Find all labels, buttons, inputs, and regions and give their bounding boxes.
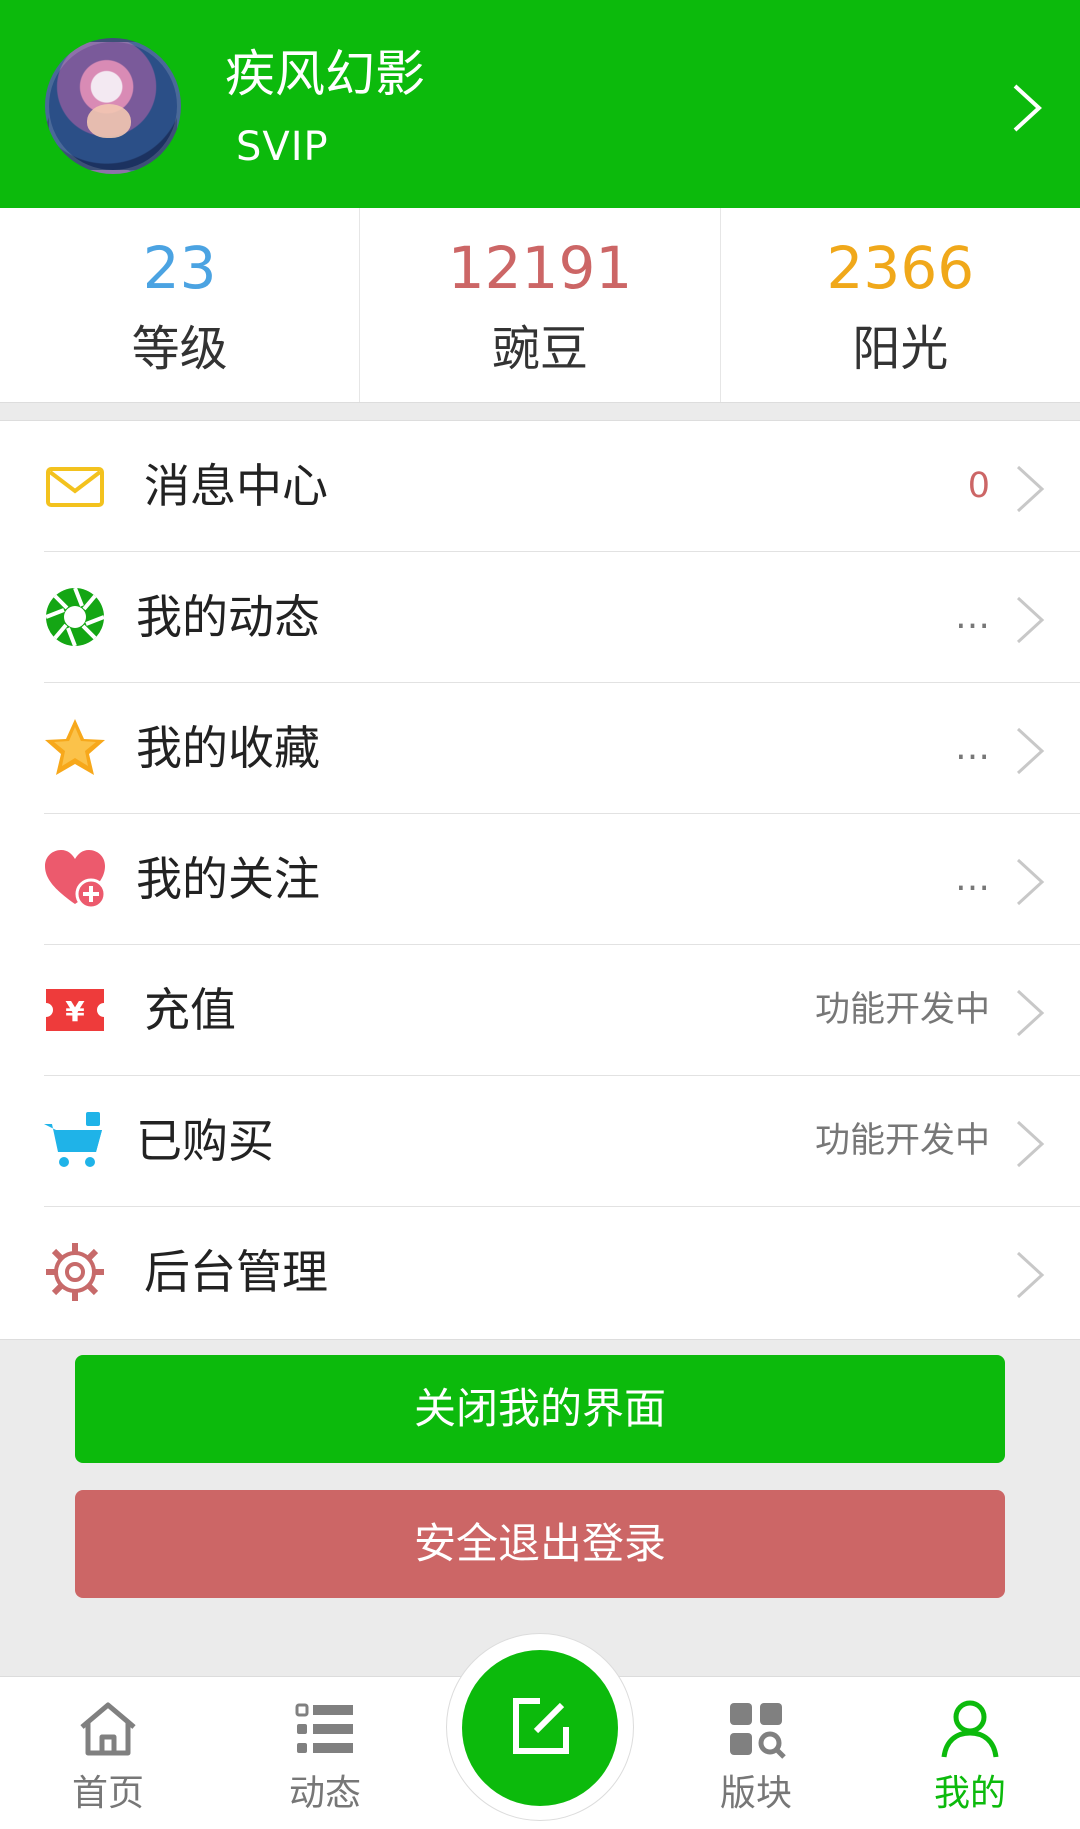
vip-badge: SVIP — [236, 124, 329, 170]
menu-item-value: … — [955, 597, 990, 637]
menu-item-label: 后台管理 — [144, 1245, 328, 1299]
chevron-right-icon — [1016, 1251, 1045, 1299]
menu-item-label: 我的动态 — [136, 590, 320, 644]
chevron-right-icon[interactable] — [1007, 82, 1047, 134]
menu-item-admin[interactable]: 后台管理 — [0, 1207, 1080, 1338]
stat-sunshine[interactable]: 2366 阳光 — [721, 208, 1080, 402]
stat-level-label: 等级 — [131, 321, 228, 377]
tab-home[interactable]: 首页 — [38, 1677, 178, 1827]
aperture-icon — [45, 587, 105, 647]
edit-icon — [513, 1698, 569, 1754]
yen-ticket-icon: ¥ — [46, 989, 104, 1031]
close-my-page-button[interactable]: 关闭我的界面 — [75, 1355, 1005, 1463]
menu-item-messages[interactable]: 消息中心 0 — [0, 421, 1080, 552]
tab-label: 我的 — [933, 1773, 1006, 1814]
menu-item-label: 消息中心 — [144, 459, 328, 513]
menu-item-following[interactable]: 我的关注 … — [0, 814, 1080, 945]
tab-mine[interactable]: 我的 — [900, 1677, 1040, 1827]
avatar[interactable] — [45, 38, 181, 174]
stat-level[interactable]: 23 等级 — [0, 208, 361, 402]
profile-header[interactable]: 疾风幻影 SVIP — [0, 0, 1080, 208]
menu-item-my-posts[interactable]: 我的动态 … — [0, 552, 1080, 683]
chevron-right-icon — [1016, 465, 1045, 513]
stat-peas[interactable]: 12191 豌豆 — [360, 208, 721, 402]
stat-sunshine-label: 阳光 — [852, 321, 949, 377]
svg-text:¥: ¥ — [65, 995, 85, 1028]
menu-item-label: 我的收藏 — [136, 721, 320, 775]
star-icon — [45, 719, 105, 775]
tab-label: 动态 — [288, 1773, 361, 1814]
envelope-icon — [46, 467, 104, 507]
stats-bar: 23 等级 12191 豌豆 2366 阳光 — [0, 208, 1080, 402]
tab-label: 版块 — [719, 1773, 792, 1814]
tab-boards[interactable]: 版块 — [686, 1677, 826, 1827]
gear-icon — [46, 1243, 104, 1301]
tab-feed[interactable]: 动态 — [255, 1677, 395, 1827]
menu-item-label: 充值 — [144, 983, 236, 1037]
chevron-right-icon — [1016, 858, 1045, 906]
compose-button[interactable] — [462, 1650, 618, 1806]
grid-search-icon — [730, 1703, 786, 1759]
chevron-right-icon — [1016, 989, 1045, 1037]
home-icon — [80, 1702, 136, 1756]
logout-button[interactable]: 安全退出登录 — [75, 1490, 1005, 1598]
stat-peas-value: 12191 — [447, 234, 633, 302]
tab-label: 首页 — [71, 1773, 144, 1814]
stat-level-value: 23 — [142, 234, 217, 302]
section-divider — [0, 402, 1080, 420]
menu-item-label: 我的关注 — [136, 852, 320, 906]
stat-sunshine-value: 2366 — [826, 234, 975, 302]
menu-item-value: 功能开发中 — [814, 990, 990, 1030]
menu-item-label: 已购买 — [136, 1114, 274, 1168]
menu-item-value: 功能开发中 — [814, 1121, 990, 1161]
menu-item-recharge[interactable]: ¥ 充值 功能开发中 — [0, 945, 1080, 1076]
menu-item-purchased[interactable]: 已购买 功能开发中 — [0, 1076, 1080, 1207]
heart-plus-icon — [45, 850, 107, 910]
stat-peas-label: 豌豆 — [491, 321, 588, 377]
menu-list: 消息中心 0 我的动态 … 我的收藏 … 我的关注 … ¥ 充值 功能开发中 已… — [0, 420, 1080, 1340]
cart-icon — [44, 1112, 102, 1167]
menu-item-value: … — [955, 728, 990, 768]
chevron-right-icon — [1016, 1120, 1045, 1168]
username: 疾风幻影 — [225, 45, 425, 103]
chevron-right-icon — [1016, 727, 1045, 775]
chevron-right-icon — [1016, 596, 1045, 644]
message-count: 0 — [967, 466, 990, 506]
list-icon — [295, 1703, 353, 1753]
user-icon — [941, 1700, 999, 1758]
menu-item-value: … — [955, 859, 990, 899]
menu-item-favorites[interactable]: 我的收藏 … — [0, 683, 1080, 814]
